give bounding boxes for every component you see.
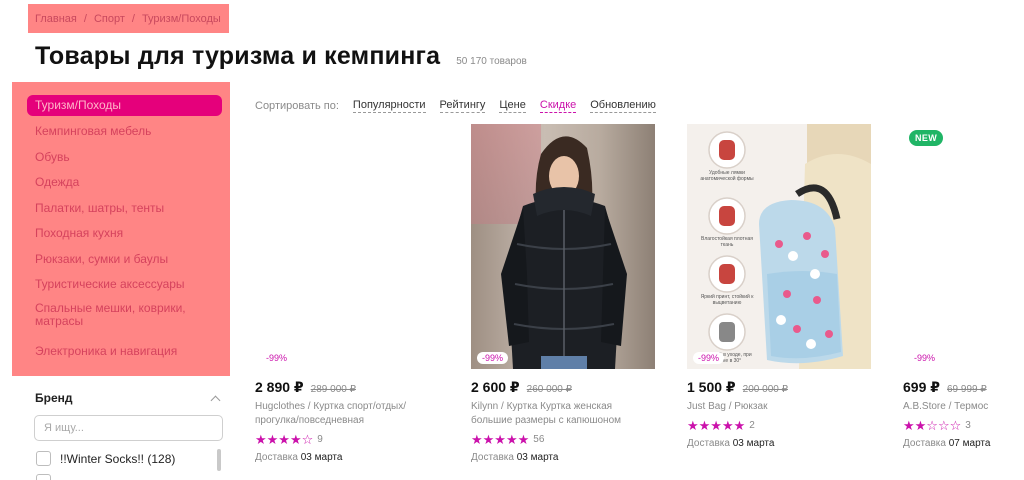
delivery-info: Доставка 03 марта: [255, 452, 439, 463]
brand-option-label: !!Winter Socks!! (128): [60, 451, 176, 466]
review-count: 56: [533, 434, 545, 445]
category-camp-kitchen[interactable]: Походная кухня: [27, 223, 222, 244]
delivery-label: Доставка: [255, 452, 298, 463]
product-title: Рюкзак: [734, 401, 768, 412]
brand-option[interactable]: [36, 474, 60, 480]
category-shoes[interactable]: Обувь: [27, 147, 222, 168]
sort-bar: Сортировать по: Популярности Рейтингу Це…: [255, 99, 670, 113]
sort-label: Сортировать по:: [255, 100, 339, 112]
price-row: 2 890 ₽ 289 000 ₽: [255, 379, 439, 396]
title-row: Товары для туризма и кемпинга 50 170 тов…: [35, 42, 527, 71]
delivery-info: Доставка 07 марта: [903, 438, 1024, 449]
product-brand: Just Bag: [687, 401, 726, 412]
delivery-date: 03 марта: [516, 452, 559, 463]
star-rating-icon: ★★★★☆: [255, 432, 314, 447]
product-brand: Kilynn: [471, 401, 499, 412]
delivery-info: Доставка 03 марта: [471, 452, 655, 463]
star-rating-icon: ★★★★★: [687, 418, 746, 433]
breadcrumb-home[interactable]: Главная: [35, 13, 77, 25]
feature-text: Удобные лямки анатомической формы: [700, 170, 754, 182]
brand-checkbox[interactable]: [36, 474, 51, 480]
price-row: 1 500 ₽ 200 000 ₽: [687, 379, 871, 396]
brand-search-input[interactable]: [34, 415, 223, 441]
price-row: 699 ₽ 69 999 ₽: [903, 379, 1024, 396]
chevron-up-icon[interactable]: [210, 395, 221, 405]
product-card[interactable]: -99% 699 ₽ 69 999 ₽ A.B.Store / Термос ★…: [903, 124, 1024, 449]
discount-badge: -99%: [909, 352, 941, 364]
price: 2 600 ₽: [471, 379, 520, 395]
category-electronics[interactable]: Электроника и навигация: [27, 341, 222, 362]
delivery-label: Доставка: [903, 438, 946, 449]
discount-badge: -99%: [261, 352, 293, 364]
category-backpacks[interactable]: Рюкзаки, сумки и баулы: [27, 249, 222, 270]
delivery-label: Доставка: [471, 452, 514, 463]
category-camping-furniture[interactable]: Кемпинговая мебель: [27, 121, 222, 142]
product-card[interactable]: -99% 2 600 ₽ 260 000 ₽ Kilynn / Куртка К…: [471, 124, 655, 463]
product-title: Термос: [954, 401, 989, 412]
review-count: 2: [749, 420, 755, 431]
star-rating-icon: ★★★★★: [471, 432, 530, 447]
sort-price[interactable]: Цене: [499, 99, 526, 113]
delivery-label: Доставка: [687, 438, 730, 449]
breadcrumb-separator: /: [131, 12, 135, 25]
rating-row: ★★★★★ 2: [687, 419, 871, 432]
breadcrumb-separator: /: [83, 12, 87, 25]
brand-option[interactable]: !!Winter Socks!! (128): [36, 451, 175, 466]
review-count: 3: [965, 420, 971, 431]
brand-checkbox[interactable]: [36, 451, 51, 466]
sort-popularity[interactable]: Популярности: [352, 99, 426, 113]
product-card[interactable]: Удобные лямки анатомической формы Влагос…: [687, 124, 871, 449]
product-card[interactable]: -99% 2 890 ₽ 289 000 ₽ Hugclothes / Курт…: [255, 124, 439, 463]
sort-rating[interactable]: Рейтингу: [439, 99, 486, 113]
sort-updated[interactable]: Обновлению: [590, 99, 656, 113]
product-image[interactable]: -99%: [903, 124, 1024, 369]
category-tourism[interactable]: Туризм/Походы: [27, 95, 222, 116]
discount-badge: -99%: [477, 352, 509, 364]
delivery-info: Доставка 03 марта: [687, 438, 871, 449]
product-image[interactable]: Удобные лямки анатомической формы Влагос…: [687, 124, 871, 369]
old-price: 260 000 ₽: [526, 384, 572, 395]
old-price: 69 999 ₽: [947, 384, 987, 395]
category-sidebar: Туризм/Походы Кемпинговая мебель Обувь О…: [12, 82, 230, 376]
delivery-date: 03 марта: [732, 438, 775, 449]
category-sleeping-bags[interactable]: Спальные мешки, коврики, матрасы: [27, 301, 222, 329]
woman-jacket-illustration: [501, 136, 627, 369]
product-brand: Hugclothes: [255, 401, 306, 412]
page-title: Товары для туризма и кемпинга: [35, 42, 441, 70]
price-row: 2 600 ₽ 260 000 ₽: [471, 379, 655, 396]
category-tents[interactable]: Палатки, шатры, тенты: [27, 198, 222, 219]
price: 699 ₽: [903, 379, 940, 395]
breadcrumb: Главная / Спорт / Туризм/Походы: [28, 4, 229, 33]
product-count: 50 170 товаров: [456, 56, 527, 67]
old-price: 200 000 ₽: [742, 384, 788, 395]
category-clothing[interactable]: Одежда: [27, 172, 222, 193]
brand-filter-header[interactable]: Бренд: [35, 391, 223, 405]
product-name[interactable]: A.B.Store / Термос: [903, 400, 1024, 414]
star-rating-icon: ★★☆☆☆: [903, 418, 962, 433]
price: 2 890 ₽: [255, 379, 304, 395]
price: 1 500 ₽: [687, 379, 736, 395]
breadcrumb-sport[interactable]: Спорт: [94, 13, 125, 25]
product-name[interactable]: Kilynn / Куртка Куртка женская большие р…: [471, 400, 655, 428]
rating-row: ★★★★★ 56: [471, 433, 655, 446]
breadcrumb-tourism[interactable]: Туризм/Походы: [142, 13, 221, 25]
delivery-date: 03 марта: [300, 452, 343, 463]
rating-row: ★★★★☆ 9: [255, 433, 439, 446]
product-name[interactable]: Hugclothes / Куртка спорт/отдых/прогулка…: [255, 400, 439, 428]
feature-text: Влагостойкая плотная ткань: [701, 236, 753, 248]
old-price: 289 000 ₽: [310, 384, 356, 395]
rating-row: ★★☆☆☆ 3: [903, 419, 1024, 432]
review-count: 9: [317, 434, 323, 445]
sort-discount[interactable]: Скидке: [539, 99, 577, 113]
discount-badge: -99%: [693, 352, 725, 364]
feature-text: Яркий принт, стойкий к выцветанию: [700, 294, 754, 306]
product-brand: A.B.Store: [903, 401, 946, 412]
delivery-date: 07 марта: [948, 438, 991, 449]
product-image[interactable]: -99%: [471, 124, 655, 369]
brand-list-scrollbar[interactable]: [217, 449, 221, 471]
brand-filter-title: Бренд: [35, 391, 73, 405]
product-image[interactable]: -99%: [255, 124, 439, 369]
category-accessories[interactable]: Туристические аксессуары: [27, 274, 222, 295]
product-name[interactable]: Just Bag / Рюкзак: [687, 400, 871, 414]
